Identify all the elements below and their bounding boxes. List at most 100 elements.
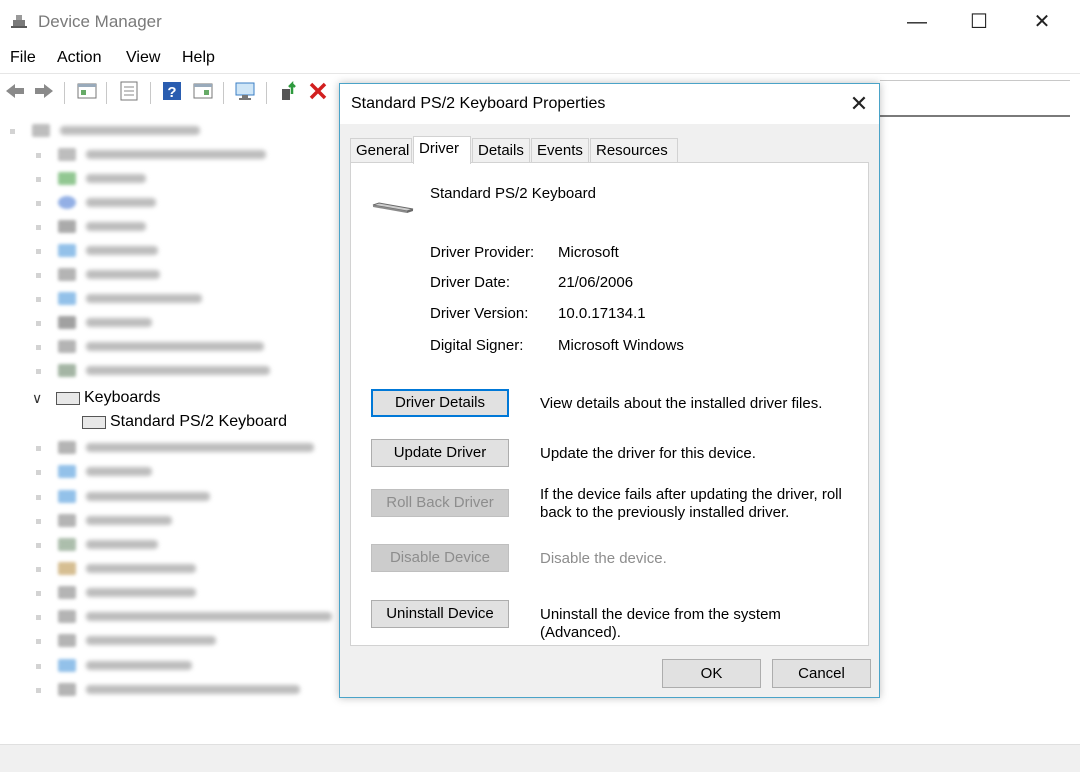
- tree-root-computer[interactable]: [0, 118, 340, 142]
- tree-expander[interactable]: [36, 225, 41, 230]
- tree-expander[interactable]: [36, 664, 41, 669]
- properties-dialog: Standard PS/2 Keyboard Properties ✕ Gene…: [339, 83, 880, 698]
- tree-item[interactable]: [0, 677, 340, 701]
- tree-expander[interactable]: [10, 129, 15, 134]
- minimize-button[interactable]: —: [893, 8, 941, 36]
- tab-resources[interactable]: Resources: [590, 138, 678, 162]
- tree-expander[interactable]: [36, 615, 41, 620]
- tree-item[interactable]: [0, 358, 340, 382]
- tree-expander[interactable]: [36, 369, 41, 374]
- tree-item-redacted: [86, 222, 146, 231]
- security-device-icon: [58, 562, 76, 575]
- tree-expander[interactable]: [36, 321, 41, 326]
- tree-item[interactable]: [0, 166, 340, 190]
- uninstall-red-x-icon[interactable]: [307, 80, 329, 102]
- chevron-down-icon[interactable]: ∨: [32, 386, 42, 410]
- roll-back-driver-button[interactable]: Roll Back Driver: [371, 489, 509, 517]
- device-manager-icon: [11, 15, 27, 28]
- driver-details-description: View details about the installed driver …: [540, 395, 823, 412]
- battery-icon: [58, 172, 76, 185]
- tree-item[interactable]: [0, 334, 340, 358]
- tree-item-redacted: [86, 246, 158, 255]
- tree-item[interactable]: [0, 435, 340, 459]
- processor-icon: [58, 538, 76, 551]
- help-icon[interactable]: ?: [161, 80, 183, 102]
- console-view-icon[interactable]: [192, 80, 214, 102]
- document-list-icon[interactable]: [118, 80, 140, 102]
- tree-item-redacted: [86, 612, 332, 621]
- tree-expander[interactable]: [36, 446, 41, 451]
- tree-expander[interactable]: [36, 519, 41, 524]
- tree-item[interactable]: [0, 628, 340, 652]
- tree-expander[interactable]: [36, 177, 41, 182]
- tree-item[interactable]: [0, 459, 340, 483]
- toolbar-separator: [150, 82, 151, 104]
- back-arrow-icon[interactable]: [4, 80, 26, 102]
- tree-expander[interactable]: [36, 201, 41, 206]
- forward-arrow-icon[interactable]: [33, 80, 55, 102]
- scan-hardware-icon[interactable]: [234, 80, 256, 102]
- dialog-close-button[interactable]: ✕: [844, 90, 874, 118]
- tree-expander[interactable]: [36, 567, 41, 572]
- tree-item[interactable]: [0, 580, 340, 604]
- keyboard-icon: [56, 392, 80, 405]
- tab-events[interactable]: Events: [531, 138, 589, 162]
- tree-expander[interactable]: [36, 639, 41, 644]
- tree-item-keyboards[interactable]: ∨ Keyboards: [0, 386, 340, 410]
- uninstall-device-button[interactable]: Uninstall Device: [371, 600, 509, 628]
- tree-item[interactable]: [0, 532, 340, 556]
- tree-item-redacted: [86, 636, 216, 645]
- menu-action[interactable]: Action: [57, 49, 101, 67]
- menu-file[interactable]: File: [10, 49, 36, 67]
- update-driver-icon[interactable]: [278, 80, 300, 102]
- sound-icon: [58, 610, 76, 623]
- tree-item[interactable]: [0, 556, 340, 580]
- pane-header-edge: [880, 115, 1070, 117]
- tree-expander[interactable]: [36, 495, 41, 500]
- digital-signer-value: Microsoft Windows: [558, 337, 684, 354]
- tree-item[interactable]: [0, 214, 340, 238]
- disable-device-button[interactable]: Disable Device: [371, 544, 509, 572]
- cancel-button[interactable]: Cancel: [772, 659, 871, 688]
- tree-expander[interactable]: [36, 543, 41, 548]
- device-tree[interactable]: ∨ Keyboards Standard PS/2 Keyboard: [0, 118, 340, 718]
- tree-item[interactable]: [0, 310, 340, 334]
- tree-item[interactable]: [0, 142, 340, 166]
- menu-help[interactable]: Help: [182, 49, 215, 67]
- maximize-button[interactable]: ☐: [955, 8, 1003, 36]
- tree-expander[interactable]: [36, 688, 41, 693]
- tree-item[interactable]: [0, 286, 340, 310]
- tree-item-redacted: [86, 516, 172, 525]
- tab-driver[interactable]: Driver: [413, 136, 471, 164]
- properties-view-icon[interactable]: [76, 80, 98, 102]
- tree-expander[interactable]: [36, 470, 41, 475]
- tree-item-redacted: [86, 270, 160, 279]
- tree-item[interactable]: [0, 262, 340, 286]
- tree-expander[interactable]: [36, 297, 41, 302]
- tree-item-redacted: [86, 198, 156, 207]
- tree-item[interactable]: [0, 238, 340, 262]
- menu-bar: File Action View Help: [0, 46, 1080, 72]
- driver-details-button[interactable]: Driver Details: [371, 389, 509, 417]
- device-name: Standard PS/2 Keyboard: [430, 185, 596, 202]
- tree-expander[interactable]: [36, 153, 41, 158]
- tab-details[interactable]: Details: [472, 138, 530, 162]
- tree-expander[interactable]: [36, 345, 41, 350]
- tree-expander[interactable]: [36, 591, 41, 596]
- tree-item[interactable]: [0, 484, 340, 508]
- close-window-button[interactable]: ✕: [1018, 8, 1066, 36]
- menu-view[interactable]: View: [126, 49, 160, 67]
- tree-expander[interactable]: [36, 249, 41, 254]
- update-driver-button[interactable]: Update Driver: [371, 439, 509, 467]
- dialog-titlebar: Standard PS/2 Keyboard Properties ✕: [340, 84, 879, 124]
- tree-item-standard-ps2-keyboard[interactable]: Standard PS/2 Keyboard: [0, 410, 340, 434]
- tab-general[interactable]: General: [350, 138, 412, 162]
- ok-button[interactable]: OK: [662, 659, 761, 688]
- tree-item[interactable]: [0, 190, 340, 214]
- tree-expander[interactable]: [36, 273, 41, 278]
- software-device-icon: [58, 586, 76, 599]
- driver-date-label: Driver Date:: [430, 274, 511, 291]
- tree-item[interactable]: [0, 604, 340, 628]
- tree-item[interactable]: [0, 653, 340, 677]
- tree-item[interactable]: [0, 508, 340, 532]
